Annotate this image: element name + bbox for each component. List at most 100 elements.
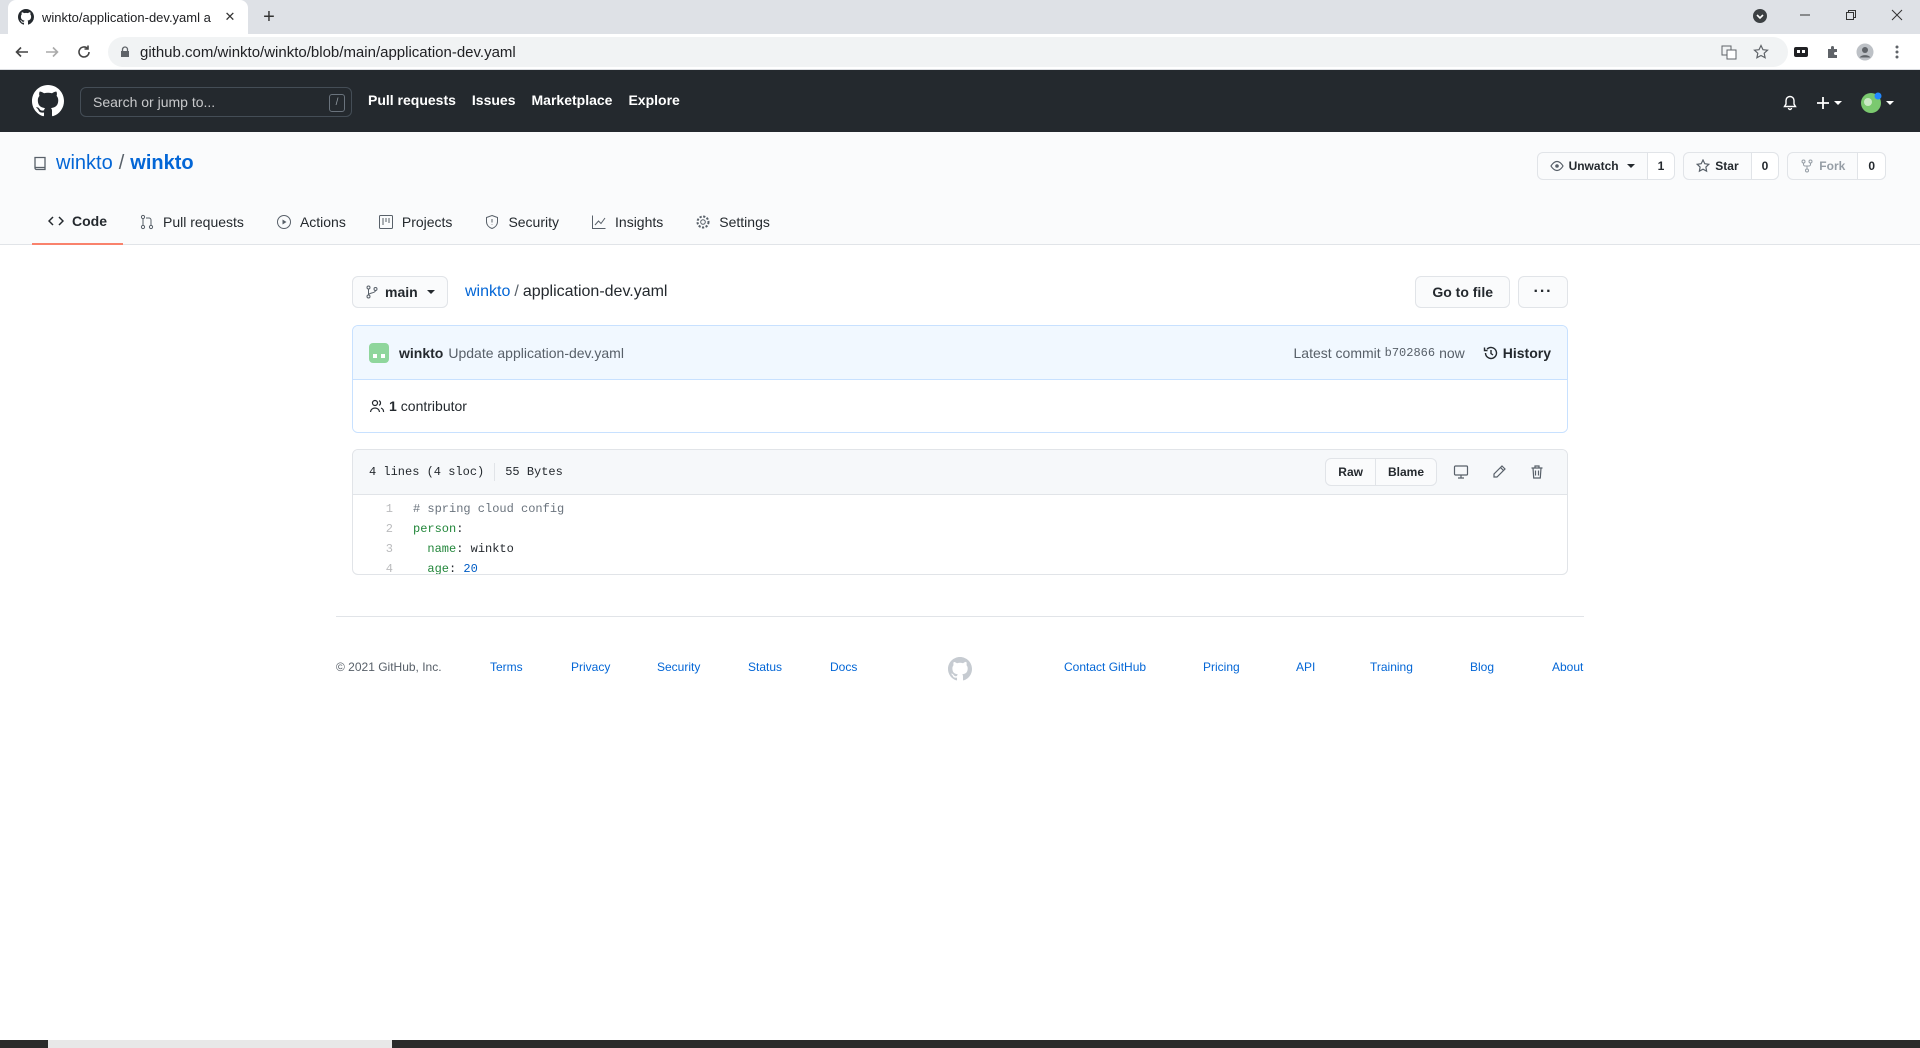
code-line: 2 person: [353, 519, 1567, 539]
commit-message[interactable]: Update application-dev.yaml [448, 345, 624, 361]
header-nav-issues[interactable]: Issues [472, 92, 516, 108]
line-number[interactable]: 4 [353, 559, 403, 574]
profile-icon[interactable] [1856, 43, 1874, 61]
code-icon [48, 213, 64, 229]
repo-title: winkto / winkto [32, 152, 194, 175]
translate-icon[interactable] [1720, 43, 1738, 61]
tab-security[interactable]: Security [468, 198, 575, 245]
commit-author[interactable]: winkto [399, 345, 443, 361]
gear-icon [695, 214, 711, 230]
forward-icon[interactable] [42, 42, 62, 62]
repo-owner-link[interactable]: winkto [56, 152, 113, 175]
yaml-indent [413, 542, 427, 556]
footer-link-docs[interactable]: Docs [830, 660, 857, 674]
author-avatar[interactable] [369, 342, 389, 363]
star-count[interactable]: 0 [1751, 153, 1779, 179]
restore-icon[interactable] [1828, 0, 1874, 30]
create-new-plus-icon[interactable] [1816, 96, 1842, 110]
header-nav-marketplace[interactable]: Marketplace [532, 92, 613, 108]
footer-link-security[interactable]: Security [657, 660, 700, 674]
minimize-icon[interactable] [1782, 0, 1828, 30]
line-content: name: winkto [403, 539, 514, 559]
footer-link-pricing[interactable]: Pricing [1203, 660, 1240, 674]
watch-count[interactable]: 1 [1647, 153, 1675, 179]
fork-button[interactable]: Fork [1788, 153, 1859, 179]
footer-link-terms[interactable]: Terms [490, 660, 523, 674]
branch-name: main [385, 284, 418, 300]
desktop-icon[interactable] [1447, 458, 1475, 486]
header-nav-explore[interactable]: Explore [628, 92, 679, 108]
branch-select-button[interactable]: main [352, 276, 448, 308]
fork-count[interactable]: 0 [1858, 153, 1885, 179]
yaml-key: age [427, 562, 450, 575]
tab-search-icon[interactable] [1752, 8, 1768, 24]
star-button-group: Star 0 [1683, 152, 1780, 180]
star-button[interactable]: Star [1684, 153, 1752, 179]
puzzle-icon[interactable] [1824, 43, 1842, 61]
history-link[interactable]: History [1483, 345, 1551, 361]
footer-link-privacy[interactable]: Privacy [571, 660, 610, 674]
repo-name-link[interactable]: winkto [130, 152, 193, 175]
yaml-colon: : [449, 562, 464, 575]
window-close-icon[interactable] [1874, 0, 1920, 30]
header-nav-pull-requests[interactable]: Pull requests [368, 92, 456, 108]
pull-request-icon [139, 214, 155, 230]
history-label: History [1502, 344, 1551, 361]
tab-insights[interactable]: Insights [575, 198, 679, 245]
address-bar[interactable]: github.com/winkto/winkto/blob/main/appli… [108, 37, 1788, 67]
footer-link-status[interactable]: Status [748, 660, 782, 674]
tab-pull-requests[interactable]: Pull requests [123, 198, 260, 245]
line-number[interactable]: 3 [353, 539, 403, 559]
footer-link-blog[interactable]: Blog [1470, 660, 1494, 674]
back-icon[interactable] [12, 42, 32, 62]
reload-icon[interactable] [74, 42, 94, 62]
go-to-file-button[interactable]: Go to file [1415, 276, 1510, 308]
contributors-row[interactable]: 1 contributor [353, 380, 1567, 432]
people-icon [369, 398, 385, 414]
commit-sha[interactable]: b702866 [1385, 346, 1435, 360]
repo-actions: Unwatch 1 Star 0 Fork 0 [1536, 152, 1886, 180]
user-avatar[interactable] [1860, 92, 1894, 114]
browser-tabstrip: winkto/application-dev.yaml a ✕ + [0, 0, 1920, 34]
unwatch-button[interactable]: Unwatch [1538, 153, 1648, 179]
yaml-value: winkto [470, 542, 514, 556]
tab-settings[interactable]: Settings [679, 198, 786, 245]
footer-link-contact[interactable]: Contact GitHub [1064, 660, 1146, 674]
footer-link-about[interactable]: About [1552, 660, 1583, 674]
tab-close-icon[interactable]: ✕ [222, 9, 238, 25]
trash-delete-icon[interactable] [1523, 458, 1551, 486]
code-line: 1 # spring cloud config [353, 499, 1567, 519]
browser-tab[interactable]: winkto/application-dev.yaml a ✕ [8, 0, 248, 34]
browser-menu-icon[interactable] [1888, 43, 1906, 61]
new-tab-icon[interactable]: + [258, 6, 280, 28]
bookmark-star-icon[interactable] [1752, 43, 1770, 61]
contributors-label: contributor [400, 398, 467, 414]
line-number[interactable]: 2 [353, 519, 403, 539]
commit-row: winkto Update application-dev.yaml Lates… [353, 326, 1567, 380]
footer-link-api[interactable]: API [1296, 660, 1315, 674]
latest-commit-label: Latest commit [1293, 344, 1381, 361]
tab-actions[interactable]: Actions [260, 198, 362, 245]
more-options-button[interactable]: ··· [1518, 276, 1568, 308]
tab-code[interactable]: Code [32, 198, 123, 245]
history-icon [1483, 345, 1499, 361]
notifications-bell-icon[interactable] [1782, 95, 1798, 111]
breadcrumb-repo-link[interactable]: winkto [465, 283, 510, 300]
github-logo-icon[interactable] [32, 85, 64, 117]
footer-link-training[interactable]: Training [1370, 660, 1413, 674]
extension-icon[interactable] [1792, 43, 1810, 61]
blame-button[interactable]: Blame [1376, 459, 1436, 485]
line-number[interactable]: 1 [353, 499, 403, 519]
repo-nav: Code Pull requests Actions Projects Secu… [32, 198, 786, 245]
tab-projects-label: Projects [401, 213, 453, 230]
lock-icon[interactable] [120, 46, 130, 58]
taskbar-window[interactable] [48, 1040, 392, 1048]
footer-github-mark-icon[interactable] [948, 657, 972, 681]
tab-projects[interactable]: Projects [362, 198, 469, 245]
raw-button[interactable]: Raw [1326, 459, 1376, 485]
git-branch-icon [365, 285, 379, 299]
file-size: 55 Bytes [505, 465, 563, 479]
search-input[interactable]: Search or jump to... / [80, 87, 352, 117]
pencil-edit-icon[interactable] [1485, 458, 1513, 486]
yaml-value: 20 [463, 562, 478, 575]
